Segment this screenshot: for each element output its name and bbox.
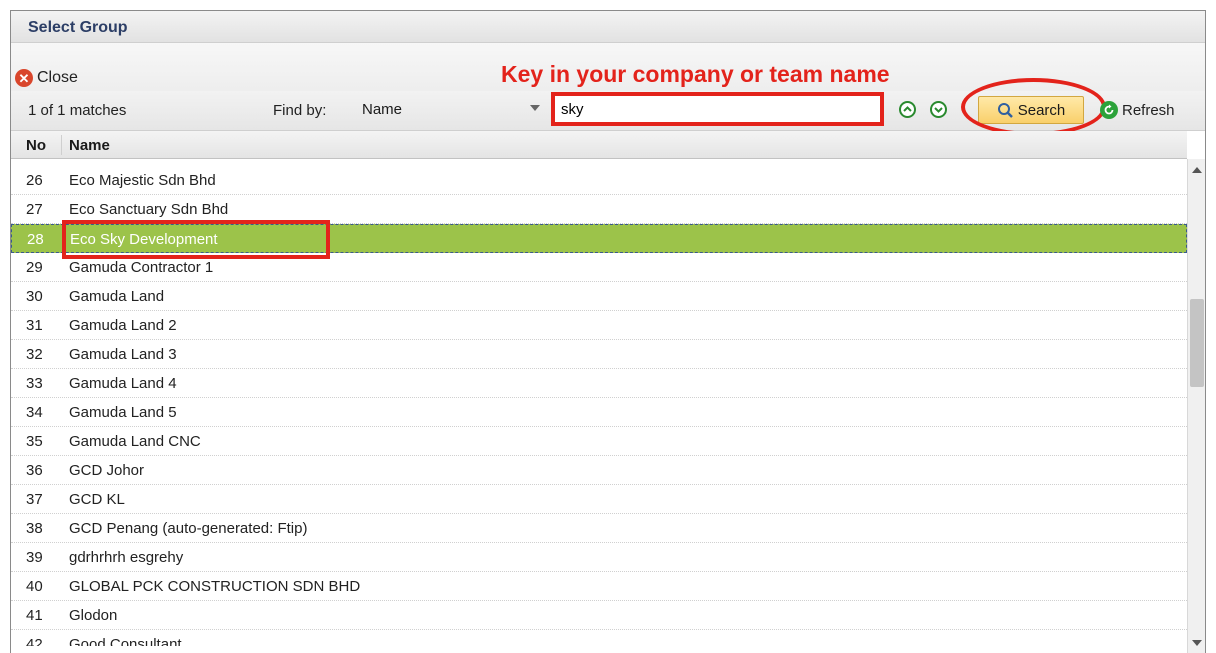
scroll-up-icon[interactable] [1192, 167, 1202, 173]
row-group-name: GLOBAL PCK CONSTRUCTION SDN BHD [69, 578, 361, 595]
dialog-titlebar: Select Group [11, 11, 1205, 43]
table-row[interactable]: 39 gdrhrhrh esgrehy [11, 543, 1187, 572]
table-row[interactable]: 31 Gamuda Land 2 [11, 311, 1187, 340]
table-row[interactable]: 32 Gamuda Land 3 [11, 340, 1187, 369]
row-number: 38 [26, 520, 43, 537]
column-header-name[interactable]: Name [69, 137, 110, 154]
table-row[interactable]: 27 Eco Sanctuary Sdn Bhd [11, 195, 1187, 224]
row-group-name: gdrhrhrh esgrehy [69, 549, 184, 566]
row-group-name: Good Consultant [69, 636, 182, 646]
dialog-title: Select Group [28, 19, 128, 36]
row-number: 35 [26, 433, 43, 450]
select-group-dialog: Select Group ✕ Close Key in your company… [10, 10, 1206, 653]
row-group-name: Gamuda Land 4 [69, 375, 177, 392]
close-label: Close [37, 69, 78, 86]
refresh-icon [1100, 101, 1118, 119]
row-number: 41 [26, 607, 43, 624]
row-group-name: Eco Majestic Sdn Bhd [69, 172, 216, 189]
row-group-name: Glodon [69, 607, 118, 624]
row-number: 39 [26, 549, 43, 566]
row-number: 42 [26, 636, 43, 646]
column-header-no[interactable]: No [26, 137, 46, 154]
row-number: 30 [26, 288, 43, 305]
row-group-name: Gamuda Land 2 [69, 317, 177, 334]
row-number: 34 [26, 404, 43, 421]
row-number: 40 [26, 578, 43, 595]
previous-match-icon[interactable] [899, 101, 916, 118]
close-button[interactable]: ✕ Close [15, 67, 78, 89]
row-number: 32 [26, 346, 43, 363]
find-toolbar: 1 of 1 matches Find by: Name Search [11, 78, 1205, 136]
scroll-thumb[interactable] [1190, 299, 1204, 387]
find-by-value: Name [362, 101, 403, 118]
next-match-icon[interactable] [930, 101, 947, 118]
search-button[interactable]: Search [978, 96, 1084, 124]
table-row-selected[interactable]: 28 Eco Sky Development [11, 220, 1187, 259]
row-group-name: GCD Johor [69, 462, 145, 479]
dropdown-arrow-icon [530, 105, 540, 111]
row-number: 37 [26, 491, 43, 508]
find-by-select[interactable]: Name [355, 97, 540, 121]
table-row[interactable]: 41 Glodon [11, 601, 1187, 630]
table-row[interactable]: 36 GCD Johor [11, 456, 1187, 485]
row-number: 26 [26, 172, 43, 189]
group-list: 26 Eco Majestic Sdn Bhd 27 Eco Sanctuary Sd… [11, 166, 1187, 646]
match-count: 1 of 1 matches [28, 102, 127, 119]
vertical-scrollbar[interactable] [1187, 159, 1205, 653]
row-number: 29 [26, 259, 43, 276]
search-icon [997, 102, 1013, 118]
row-group-name: Gamuda Contractor 1 [69, 259, 214, 276]
instruction-annotation: Key in your company or team name [501, 61, 890, 87]
table-row[interactable]: 26 Eco Majestic Sdn Bhd [11, 166, 1187, 195]
table-row[interactable]: 37 GCD KL [11, 485, 1187, 514]
refresh-button[interactable]: Refresh [1100, 101, 1175, 119]
row-number: 31 [26, 317, 43, 334]
row-number: 36 [26, 462, 43, 479]
search-input[interactable] [551, 92, 884, 126]
row-number: 33 [26, 375, 43, 392]
table-header: No Name [11, 131, 1187, 159]
row-group-name: Eco Sky Development [70, 231, 218, 248]
row-group-name: Gamuda Land 3 [69, 346, 177, 363]
row-number: 28 [27, 231, 44, 248]
table-row[interactable]: 34 Gamuda Land 5 [11, 398, 1187, 427]
table-row[interactable]: 42 Good Consultant [11, 630, 1187, 646]
table-row[interactable]: 38 GCD Penang (auto-generated: Ftip) [11, 514, 1187, 543]
row-group-name: Gamuda Land [69, 288, 165, 305]
row-group-name: Gamuda Land 5 [69, 404, 177, 421]
table-row[interactable]: 30 Gamuda Land [11, 282, 1187, 311]
find-by-label: Find by: [273, 102, 327, 119]
scroll-down-icon[interactable] [1192, 640, 1202, 646]
row-number: 27 [26, 201, 43, 218]
column-divider [61, 135, 62, 155]
row-group-name: GCD KL [69, 491, 125, 508]
row-group-name: Eco Sanctuary Sdn Bhd [69, 201, 229, 218]
table-row[interactable]: 40 GLOBAL PCK CONSTRUCTION SDN BHD [11, 572, 1187, 601]
row-group-name: Gamuda Land CNC [69, 433, 201, 450]
table-row[interactable]: 35 Gamuda Land CNC [11, 427, 1187, 456]
table-row[interactable]: 33 Gamuda Land 4 [11, 369, 1187, 398]
refresh-label: Refresh [1122, 101, 1175, 119]
table-row[interactable]: 29 Gamuda Contractor 1 [11, 253, 1187, 282]
search-button-label: Search [1017, 101, 1066, 119]
close-icon: ✕ [15, 69, 33, 87]
row-group-name: GCD Penang (auto-generated: Ftip) [69, 520, 308, 537]
